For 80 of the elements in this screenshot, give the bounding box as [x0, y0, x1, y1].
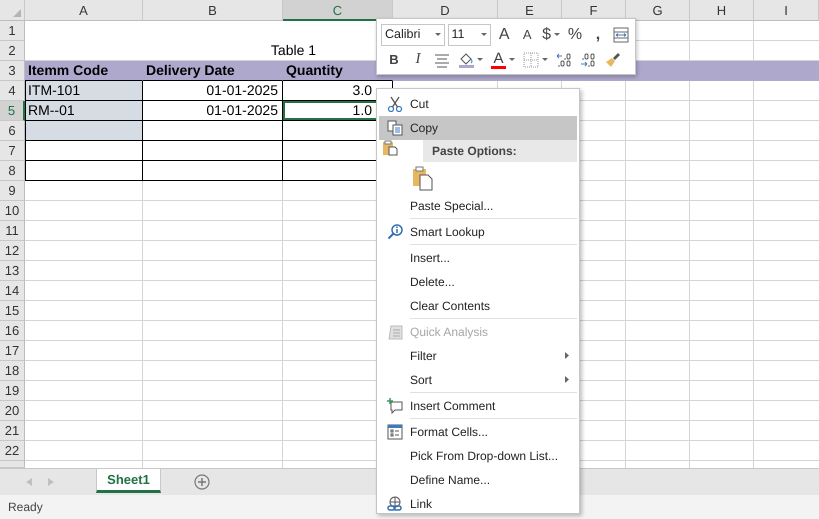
format-cells-icon: [386, 424, 402, 440]
globe-link-icon: [386, 496, 402, 512]
menu-item[interactable]: Filter: [379, 344, 577, 368]
scroll-right-icon: [48, 478, 54, 486]
status-text: Ready: [8, 499, 43, 516]
comma-style-button[interactable]: ,: [588, 24, 608, 46]
decrease-decimal-icon: [580, 52, 596, 68]
row-header[interactable]: 21: [0, 421, 25, 441]
shrink-font-button[interactable]: A: [517, 24, 538, 46]
paint-bucket-icon: [458, 52, 474, 64]
row-header[interactable]: 7: [0, 141, 25, 161]
table-cell: RM--01: [25, 101, 143, 121]
row-header[interactable]: 18: [0, 361, 25, 381]
menu-item[interactable]: Insert...: [379, 246, 577, 270]
row-header[interactable]: 12: [0, 241, 25, 261]
menu-item[interactable]: Paste Special...: [379, 194, 577, 218]
clipboard-icon: [412, 166, 433, 190]
row-header[interactable]: 9: [0, 181, 25, 201]
brush-icon: [604, 52, 620, 68]
plus-circle-icon: [194, 474, 210, 490]
scroll-left-icon: [26, 478, 32, 486]
column-header[interactable]: A: [25, 0, 143, 21]
table-cell: 01-01-2025: [143, 101, 283, 121]
menu-section-header: Paste Options:: [423, 140, 577, 162]
font-size-field[interactable]: 11: [448, 24, 492, 46]
scissors-icon: [386, 96, 402, 112]
row-header[interactable]: 19: [0, 381, 25, 401]
menu-item[interactable]: Sort: [379, 368, 577, 392]
row-header[interactable]: 6: [0, 121, 25, 141]
column-header[interactable]: B: [143, 0, 283, 21]
table-cell: 01-01-2025: [143, 81, 283, 101]
row-header[interactable]: 20: [0, 401, 25, 421]
column-heading: Delivery Date: [143, 61, 283, 81]
row-header[interactable]: 5: [0, 101, 25, 121]
column-header[interactable]: H: [690, 0, 754, 21]
row-header[interactable]: 10: [0, 201, 25, 221]
add-sheet-button[interactable]: [194, 474, 210, 490]
row-header[interactable]: 8: [0, 161, 25, 181]
row-header[interactable]: 2: [0, 41, 25, 61]
caret-icon: [434, 33, 441, 36]
row-header[interactable]: 4: [0, 81, 25, 101]
row-header[interactable]: 1: [0, 21, 25, 41]
select-all-icon: [13, 9, 21, 17]
menu-item[interactable]: Smart Lookup: [379, 220, 577, 244]
table-cell: ITM-101: [25, 81, 143, 101]
caret-icon: [481, 33, 488, 36]
format-button[interactable]: %: [565, 24, 585, 46]
wrap-text-icon: [613, 26, 629, 42]
menu-item[interactable]: Define Name...: [379, 468, 577, 492]
menu-item[interactable]: Format Cells...: [379, 420, 577, 444]
column-header[interactable]: G: [626, 0, 690, 21]
column-heading: Itemm Code: [25, 61, 143, 81]
align-center-icon: [434, 52, 450, 68]
row-header[interactable]: 3: [0, 61, 25, 81]
clipboard-icon: [382, 140, 398, 156]
menu-item[interactable]: Clear Contents: [379, 294, 577, 318]
sheet-tab[interactable]: Sheet1: [96, 469, 161, 493]
borders-icon: [523, 52, 539, 68]
font-name-field[interactable]: Calibri: [381, 24, 445, 46]
row-header[interactable]: 16: [0, 321, 25, 341]
search-icon: [386, 224, 402, 240]
paste-button[interactable]: [410, 164, 435, 192]
chart-list-icon: [386, 324, 402, 340]
menu-item[interactable]: Copy: [379, 116, 577, 140]
menu-item[interactable]: Pick From Drop-down List...: [379, 444, 577, 468]
copy-icon: [386, 120, 402, 136]
column-header[interactable]: C: [283, 0, 393, 21]
row-header[interactable]: 15: [0, 301, 25, 321]
row-header[interactable]: 22: [0, 441, 25, 461]
row-header[interactable]: 14: [0, 281, 25, 301]
menu-item[interactable]: Delete...: [379, 270, 577, 294]
row-header[interactable]: 13: [0, 261, 25, 281]
row-header[interactable]: 17: [0, 341, 25, 361]
column-header[interactable]: I: [754, 0, 819, 21]
format-button[interactable]: $: [540, 24, 562, 46]
menu-item[interactable]: Insert Comment: [379, 394, 577, 418]
row-header[interactable]: 11: [0, 221, 25, 241]
comment-add-icon: [386, 398, 402, 414]
increase-decimal-icon: [556, 52, 572, 68]
menu-item[interactable]: Link: [379, 492, 577, 516]
